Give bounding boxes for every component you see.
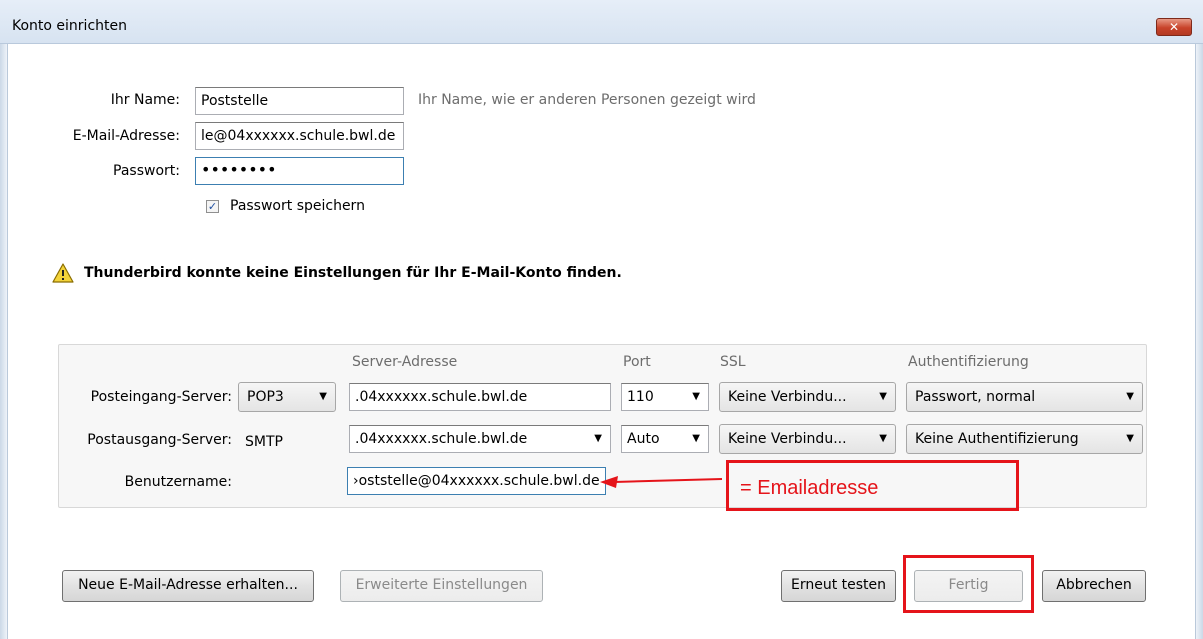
- incoming-ssl-dropdown[interactable]: Keine Verbindu... ▼: [719, 382, 896, 412]
- close-window-button[interactable]: ✕: [1156, 18, 1192, 36]
- outgoing-auth-dropdown[interactable]: Keine Authentifizierung ▼: [906, 424, 1143, 454]
- email-label: E-Mail-Adresse:: [72, 128, 180, 144]
- incoming-server-address-field[interactable]: .04xxxxxx.schule.bwl.de: [349, 383, 611, 411]
- window-title: Konto einrichten: [12, 18, 127, 34]
- column-header-server-address: Server-Adresse: [352, 354, 458, 370]
- incoming-auth-dropdown[interactable]: Passwort, normal ▼: [906, 382, 1143, 412]
- dialog-body: [9, 44, 1195, 639]
- chevron-down-icon: ▼: [594, 433, 602, 444]
- username-label: Benutzername:: [124, 474, 232, 490]
- warning-message: Thunderbird konnte keine Einstellungen f…: [84, 265, 622, 281]
- name-label: Ihr Name:: [110, 92, 180, 108]
- advanced-settings-button[interactable]: Erweiterte Einstellungen: [340, 570, 543, 602]
- outgoing-server-label: Postausgang-Server:: [87, 432, 232, 448]
- column-header-auth: Authentifizierung: [908, 354, 1029, 370]
- done-button-highlight: [903, 555, 1034, 613]
- chevron-down-icon: ▼: [879, 433, 887, 444]
- name-field[interactable]: Poststelle: [195, 87, 404, 115]
- outgoing-ssl-dropdown[interactable]: Keine Verbindu... ▼: [719, 424, 896, 454]
- warning-icon: [52, 263, 74, 283]
- incoming-port-combo[interactable]: 110 ▼: [621, 383, 709, 411]
- username-field[interactable]: ›oststelle@04xxxxxx.schule.bwl.de: [347, 467, 606, 495]
- chevron-down-icon: ▼: [692, 433, 700, 444]
- cancel-button[interactable]: Abbrechen: [1042, 570, 1146, 602]
- annotation-arrow-icon: [600, 476, 723, 488]
- close-icon: ✕: [1168, 20, 1180, 34]
- incoming-server-label: Posteingang-Server:: [90, 389, 232, 405]
- incoming-ssl-value: Keine Verbindu...: [728, 389, 847, 405]
- outgoing-server-address-value: .04xxxxxx.schule.bwl.de: [355, 431, 528, 447]
- email-field[interactable]: le@04xxxxxx.schule.bwl.de: [195, 122, 404, 150]
- save-password-checkbox[interactable]: ✓: [206, 200, 219, 213]
- window-frame-left: [0, 44, 8, 639]
- incoming-port-value: 110: [627, 389, 654, 405]
- incoming-protocol-dropdown[interactable]: POP3 ▼: [238, 382, 336, 412]
- incoming-protocol-value: POP3: [247, 389, 284, 405]
- annotation-label: = Emailadresse: [740, 477, 879, 499]
- chevron-down-icon: ▼: [879, 391, 887, 402]
- outgoing-server-address-combo[interactable]: .04xxxxxx.schule.bwl.de ▼: [349, 425, 611, 453]
- retest-button[interactable]: Erneut testen: [781, 570, 896, 602]
- name-hint: Ihr Name, wie er anderen Personen gezeig…: [418, 92, 756, 108]
- outgoing-ssl-value: Keine Verbindu...: [728, 431, 847, 447]
- column-header-ssl: SSL: [720, 354, 746, 370]
- window-frame-right: [1195, 44, 1203, 639]
- outgoing-auth-value: Keine Authentifizierung: [915, 431, 1079, 447]
- save-password-label: Passwort speichern: [230, 198, 365, 214]
- chevron-down-icon: ▼: [1126, 391, 1134, 402]
- incoming-auth-value: Passwort, normal: [915, 389, 1036, 405]
- title-bar: [0, 0, 1203, 44]
- password-label: Passwort:: [113, 163, 180, 179]
- chevron-down-icon: ▼: [692, 391, 700, 402]
- new-email-address-button[interactable]: Neue E-Mail-Adresse erhalten...: [62, 570, 314, 602]
- password-field[interactable]: ••••••••: [195, 157, 404, 185]
- outgoing-protocol-label: SMTP: [245, 434, 283, 450]
- chevron-down-icon: ▼: [1126, 433, 1134, 444]
- column-header-port: Port: [623, 354, 651, 370]
- chevron-down-icon: ▼: [319, 391, 327, 402]
- outgoing-port-combo[interactable]: Auto ▼: [621, 425, 709, 453]
- outgoing-port-value: Auto: [627, 431, 660, 447]
